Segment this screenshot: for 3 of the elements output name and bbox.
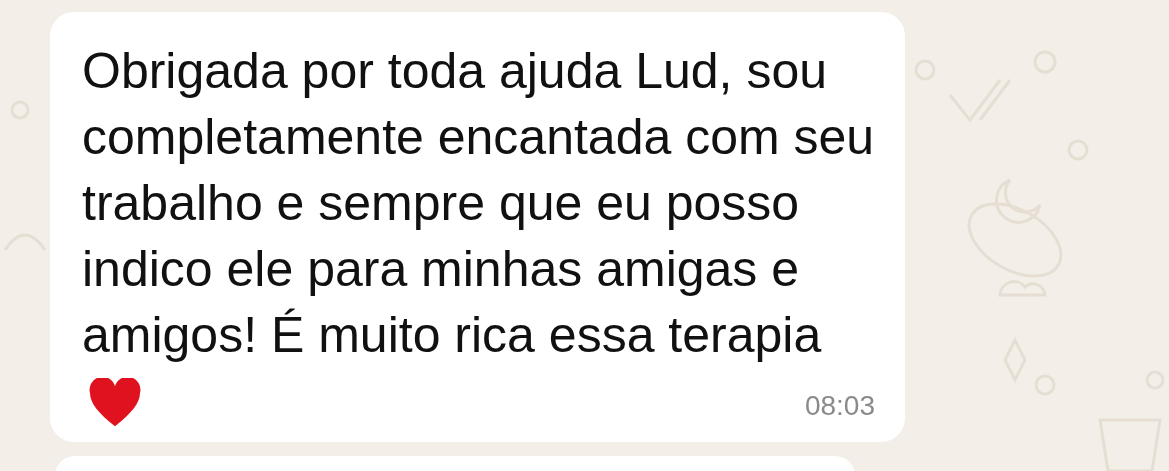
- message-time: 08:03: [804, 390, 875, 422]
- heart-icon: [88, 378, 142, 428]
- message-text: Obrigada por toda ajuda Lud, sou completamente encantada com seu trabalho e sempre que eu posso indico ele para minhas amigas e amigos! É muito rica essa terapia: [82, 43, 875, 363]
